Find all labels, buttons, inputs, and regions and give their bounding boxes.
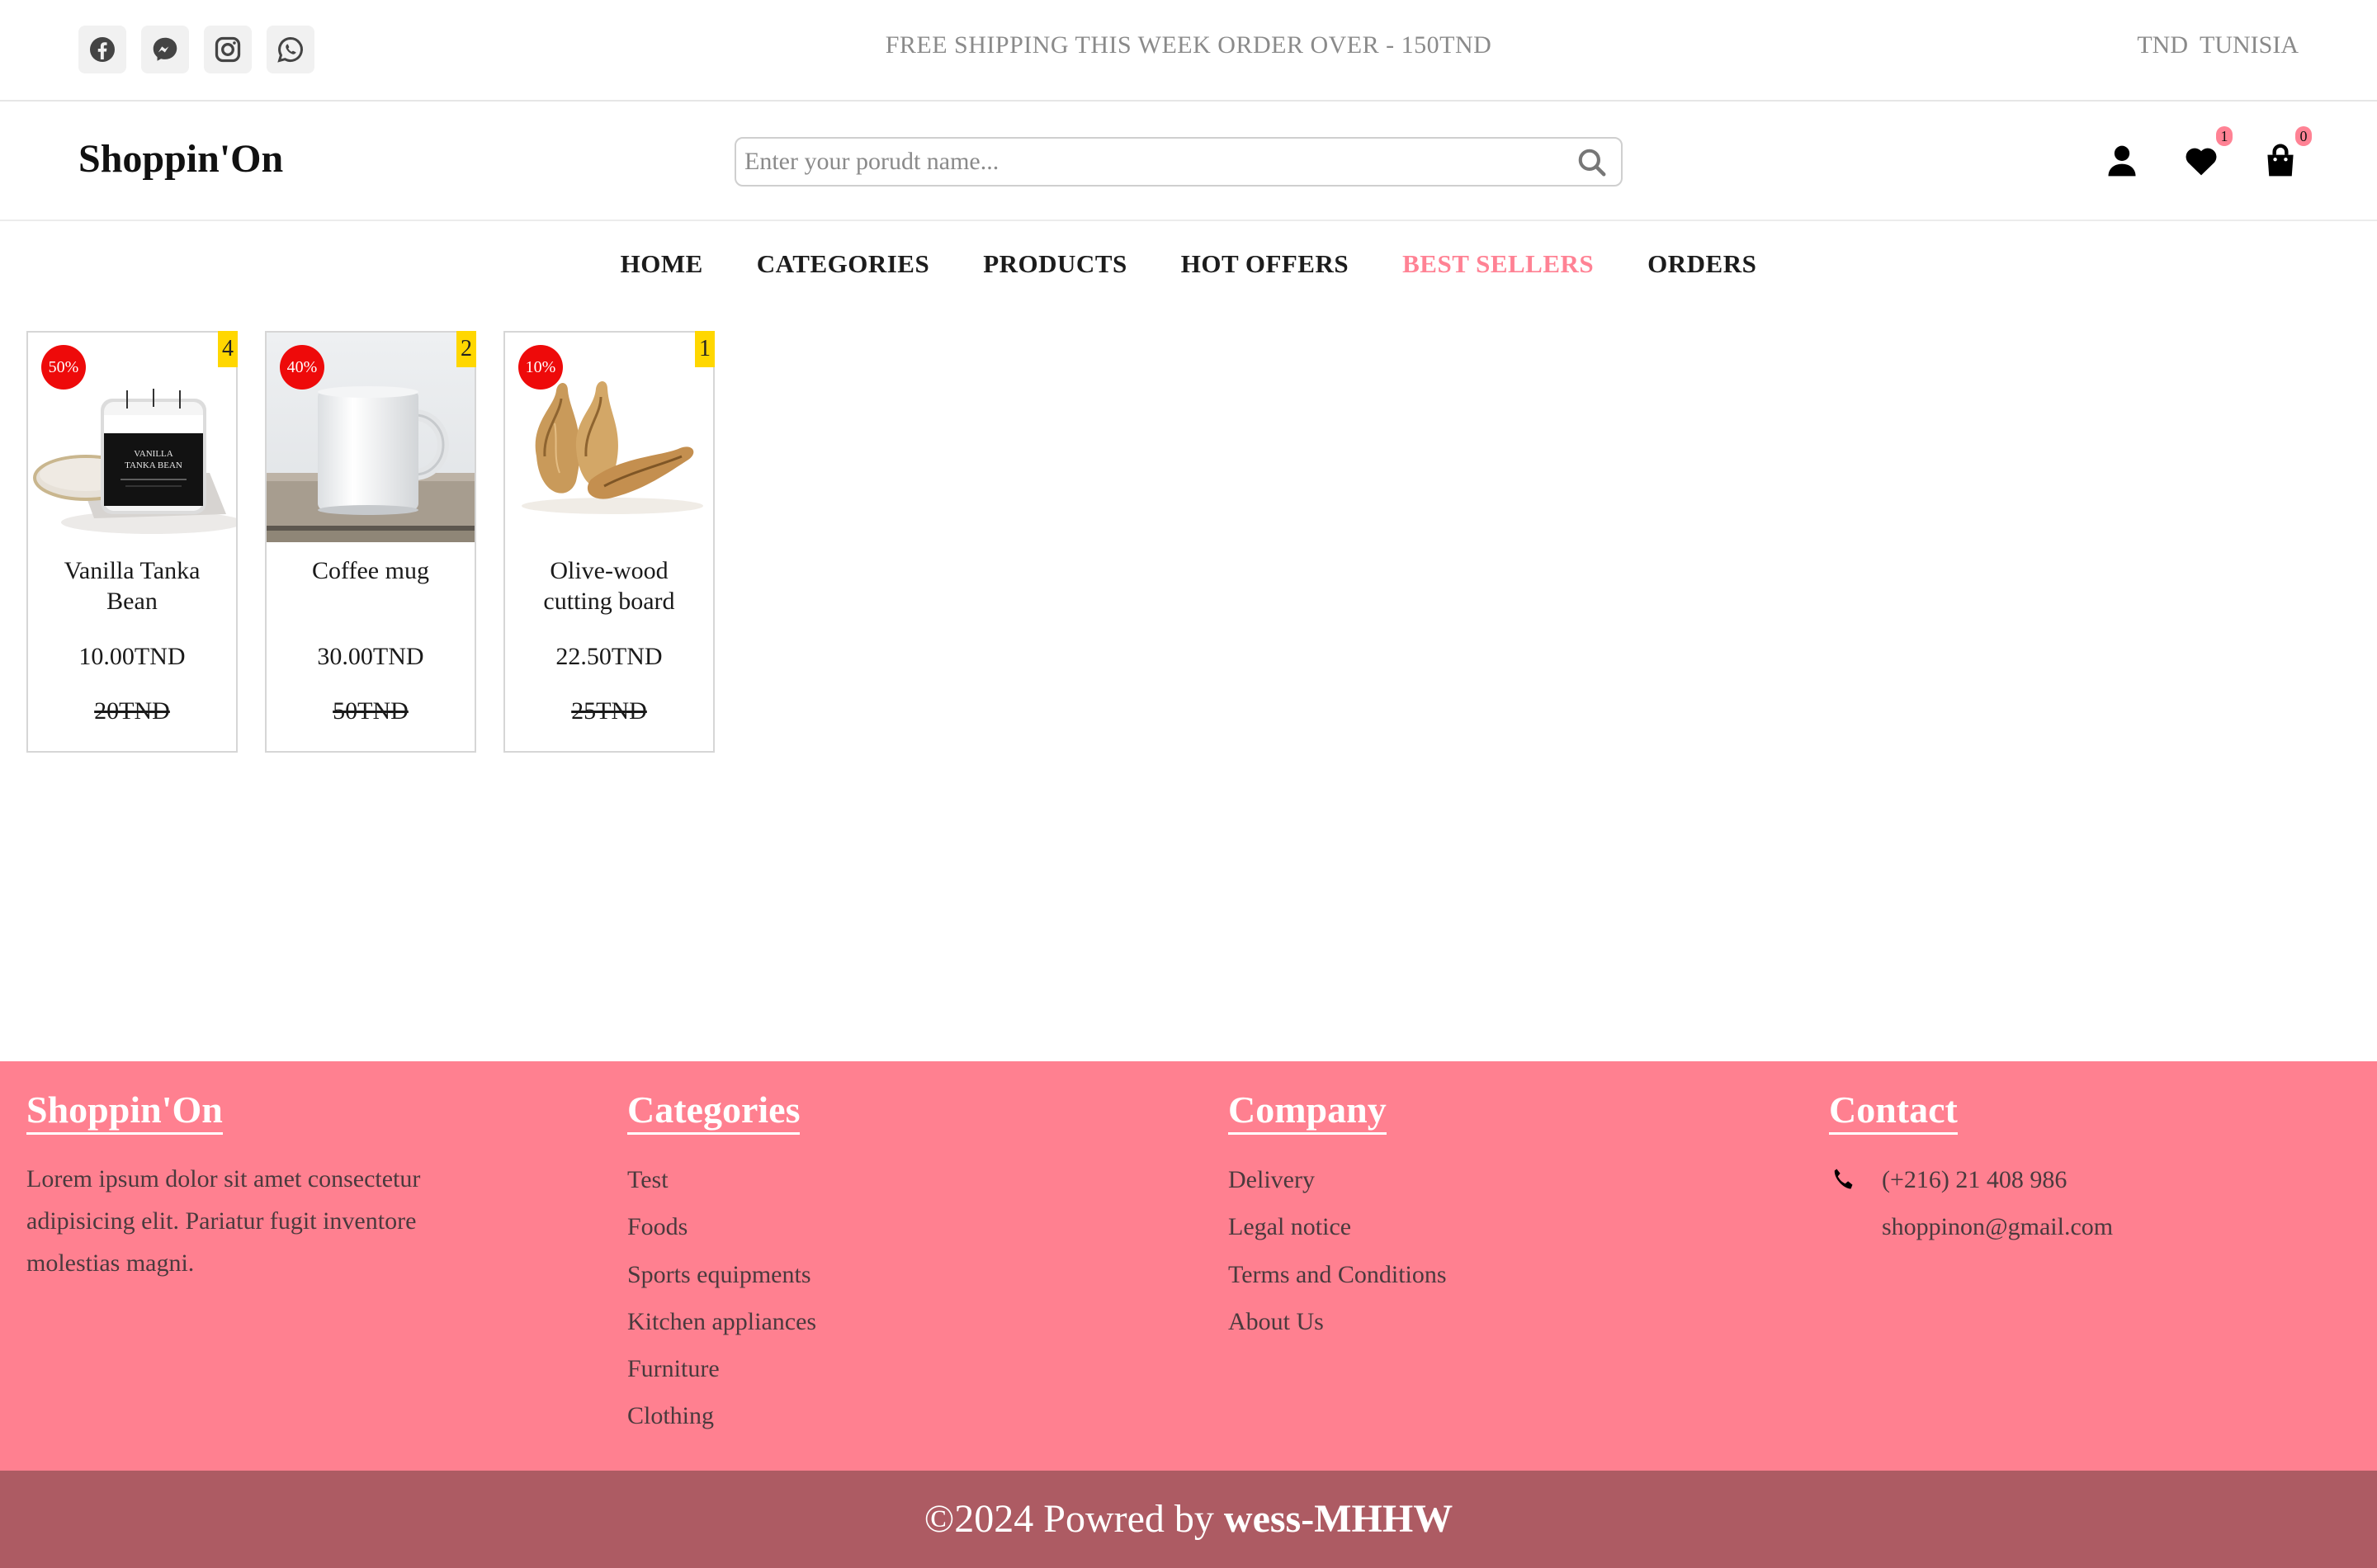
wishlist-button[interactable]: 1: [2183, 126, 2233, 179]
product-old-price: 20TND: [94, 697, 170, 725]
footer-company-list: Delivery Legal notice Terms and Conditio…: [1228, 1156, 1641, 1345]
nav-best-sellers[interactable]: BEST SELLERS: [1402, 249, 1594, 279]
copyright-author[interactable]: wess-MHHW: [1224, 1497, 1453, 1541]
promo-banner: FREE SHIPPING THIS WEEK ORDER OVER - 150…: [885, 31, 1492, 59]
contact-email-row: shoppinon@gmail.com: [1829, 1203, 2324, 1250]
nav-hot-offers[interactable]: HOT OFFERS: [1181, 249, 1349, 279]
site-logo[interactable]: Shoppin'On: [78, 136, 283, 182]
country-label[interactable]: TUNISIA: [2200, 31, 2299, 59]
footer-category-link[interactable]: Test: [627, 1156, 1040, 1203]
product-price: 10.00TND: [78, 643, 186, 670]
footer-brand-title: Shoppin'On: [26, 1088, 223, 1135]
account-button[interactable]: [2104, 143, 2140, 179]
footer-contact-title: Contact: [1829, 1088, 1958, 1135]
footer-company-link[interactable]: About Us: [1228, 1298, 1641, 1345]
product-name[interactable]: Vanilla Tanka Bean: [28, 555, 236, 643]
copyright-bar: ©2024 Powred by wess-MHHW: [0, 1471, 2377, 1568]
product-old-price: 50TND: [333, 697, 409, 725]
locale-selector[interactable]: TND TUNISIA: [2137, 31, 2299, 59]
footer-categories-title: Categories: [627, 1088, 801, 1135]
footer-category-link[interactable]: Clothing: [627, 1392, 1040, 1439]
discount-badge: 40%: [280, 345, 324, 390]
product-card[interactable]: 40% 2 Coffee mug 30.00TND 50TND: [265, 331, 476, 753]
heart-icon: [2186, 148, 2217, 176]
footer-category-link[interactable]: Kitchen appliances: [627, 1298, 1040, 1345]
footer-categories: Categories Test Foods Sports equipments …: [627, 1088, 1040, 1440]
product-price: 22.50TND: [555, 643, 663, 670]
contact-email[interactable]: shoppinon@gmail.com: [1882, 1203, 2113, 1250]
footer-company-link[interactable]: Terms and Conditions: [1228, 1251, 1641, 1298]
top-bar: FREE SHIPPING THIS WEEK ORDER OVER - 150…: [0, 0, 2377, 102]
site-header: Shoppin'On 1 0: [0, 102, 2377, 221]
candle-label-line2: TANKA BEAN: [125, 460, 182, 470]
product-card[interactable]: 10% 1 Olive-wood cutting board 22.50TND …: [503, 331, 715, 753]
nav-products[interactable]: PRODUCTS: [983, 249, 1127, 279]
cart-button[interactable]: 0: [2262, 126, 2312, 179]
nav-categories[interactable]: CATEGORIES: [757, 249, 929, 279]
candle-label-line1: VANILLA: [134, 449, 173, 459]
discount-badge: 10%: [518, 345, 563, 390]
footer-company-title: Company: [1228, 1088, 1387, 1135]
site-footer: Shoppin'On Lorem ipsum dolor sit amet co…: [0, 1061, 2377, 1471]
footer-brand: Shoppin'On Lorem ipsum dolor sit amet co…: [26, 1088, 456, 1284]
product-old-price: 25TND: [571, 697, 647, 725]
discount-badge: 50%: [41, 345, 86, 390]
product-card[interactable]: 50% 4 VANILLA TANKA BEAN Vanilla Tanka B…: [26, 331, 238, 753]
footer-contact: Contact (+216) 21 408 986 shoppinon@gmai…: [1829, 1088, 2324, 1250]
contact-spacer: [1829, 1213, 1857, 1241]
rank-badge: 4: [218, 331, 238, 367]
search-button[interactable]: [1576, 147, 1608, 178]
search-input[interactable]: [736, 139, 1545, 185]
footer-category-link[interactable]: Furniture: [627, 1345, 1040, 1392]
footer-company-link[interactable]: Delivery: [1228, 1156, 1641, 1203]
search-icon: [1578, 149, 1606, 177]
wishlist-count-badge: 1: [2216, 126, 2233, 146]
copyright-text: ©2024 Powred by: [924, 1497, 1214, 1541]
shopping-bag-icon: [2267, 144, 2294, 177]
main-nav: HOME CATEGORIES PRODUCTS HOT OFFERS BEST…: [0, 221, 2377, 307]
contact-phone-row: (+216) 21 408 986: [1829, 1156, 2324, 1203]
rank-badge: 2: [456, 331, 476, 367]
product-name[interactable]: Olive-wood cutting board: [505, 555, 713, 643]
footer-company-link[interactable]: Legal notice: [1228, 1203, 1641, 1250]
search-bar: [735, 137, 1623, 187]
rank-badge: 1: [695, 331, 715, 367]
cart-count-badge: 0: [2295, 126, 2312, 146]
best-sellers-grid: 50% 4 VANILLA TANKA BEAN Vanilla Tanka B…: [26, 331, 715, 753]
contact-phone[interactable]: (+216) 21 408 986: [1882, 1156, 2067, 1203]
phone-icon: [1834, 1169, 1853, 1188]
footer-company: Company Delivery Legal notice Terms and …: [1228, 1088, 1641, 1345]
nav-orders[interactable]: ORDERS: [1647, 249, 1756, 279]
footer-category-link[interactable]: Foods: [627, 1203, 1040, 1250]
user-icon: [2108, 145, 2136, 177]
footer-categories-list: Test Foods Sports equipments Kitchen app…: [627, 1156, 1040, 1440]
header-actions: 1 0: [2104, 126, 2312, 179]
footer-category-link[interactable]: Sports equipments: [627, 1251, 1040, 1298]
nav-home[interactable]: HOME: [621, 249, 703, 279]
footer-brand-text: Lorem ipsum dolor sit amet consectetur a…: [26, 1165, 421, 1277]
product-price: 30.00TND: [317, 643, 424, 670]
currency-label[interactable]: TND: [2137, 31, 2188, 59]
product-name[interactable]: Coffee mug: [267, 555, 475, 643]
